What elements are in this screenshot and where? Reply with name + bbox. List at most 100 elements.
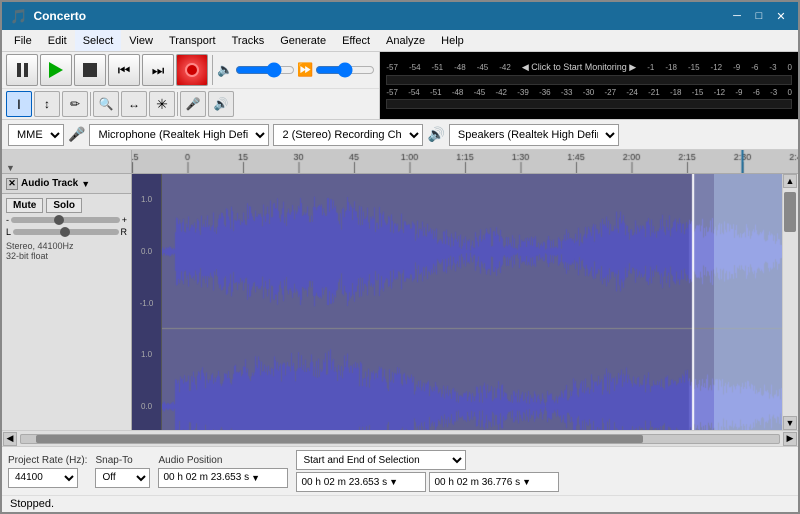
record-meter-button[interactable]: 🎤 (180, 91, 206, 117)
menu-file[interactable]: File (6, 30, 40, 51)
play-button[interactable] (40, 54, 72, 86)
menu-transport[interactable]: Transport (161, 30, 224, 51)
scroll-down-button[interactable]: ▼ (783, 416, 797, 430)
skip-forward-button[interactable]: ⏭ (142, 54, 174, 86)
audio-host-select[interactable]: MME (8, 124, 64, 146)
menu-analyze[interactable]: Analyze (378, 30, 433, 51)
selection-times: 00 h 02 m 23.653 s ▼ 00 h 02 m 36.776 s … (296, 472, 559, 492)
output-volume-slider[interactable] (235, 62, 295, 78)
play-icon (49, 62, 63, 78)
record-button[interactable] (176, 54, 208, 86)
menu-view[interactable]: View (121, 30, 161, 51)
app-window: 🎵 Concerto ─ □ ✕ File Edit Select View T… (0, 0, 800, 514)
channels-select[interactable]: 2 (Stereo) Recording Channels (273, 124, 423, 146)
audio-track-controls: Mute Solo - + L (2, 194, 131, 265)
close-button[interactable]: ✕ (772, 7, 790, 25)
snap-to-select[interactable]: Off (95, 468, 150, 488)
gain-max: + (122, 215, 127, 225)
skip-back-button[interactable]: ⏮ (108, 54, 140, 86)
pause-icon (17, 63, 28, 77)
waveform-container[interactable]: 1.0 0.0 -1.0 1.0 0.0 -1.0 (132, 174, 782, 430)
title-bar-controls: ─ □ ✕ (728, 7, 790, 25)
envelope-tool-icon: ↕ (44, 97, 50, 111)
status-text: Stopped. (10, 498, 54, 510)
mic-icon: 🎤 (186, 97, 201, 111)
main-content: ▼ ✕ Audio Track ▼ (2, 150, 798, 512)
playback-speed-slider[interactable] (315, 62, 375, 78)
status-text-bar: Stopped. (2, 495, 798, 512)
minimize-button[interactable]: ─ (728, 7, 746, 25)
audio-track-header: ✕ Audio Track ▼ (2, 174, 131, 194)
selection-group: Start and End of Selection 00 h 02 m 23.… (296, 450, 559, 492)
ruler-marks-area (132, 150, 798, 173)
project-rate-select[interactable]: 44100 (8, 468, 78, 488)
solo-button[interactable]: Solo (46, 198, 82, 213)
draw-tool-icon: ✏ (70, 97, 80, 111)
menu-generate[interactable]: Generate (272, 30, 334, 51)
selection-tool-button[interactable]: I (6, 91, 32, 117)
pan-row: L R (6, 227, 127, 237)
menu-help[interactable]: Help (433, 30, 472, 51)
selection-format-select[interactable]: Start and End of Selection (296, 450, 466, 470)
scrollbar-track-vertical[interactable] (783, 188, 798, 416)
play-meter-button[interactable]: 🔊 (208, 91, 234, 117)
sel-end-display[interactable]: 00 h 02 m 36.776 s ▼ (429, 472, 559, 492)
zoom-tool-button[interactable]: 🔍 (93, 91, 119, 117)
gain-slider-track[interactable] (11, 217, 120, 223)
level-meters: -57-54-51-48-45-42 ◀ Click to Start Moni… (380, 52, 798, 119)
scrollbar-track-horizontal[interactable] (20, 434, 780, 444)
device-toolbar: MME 🎤 Microphone (Realtek High Defini 2 … (2, 120, 798, 150)
toolbar-separator-1 (212, 55, 213, 85)
waveform-canvas[interactable] (162, 174, 782, 430)
menu-bar: File Edit Select View Transport Tracks G… (2, 30, 798, 52)
record-icon (185, 63, 199, 77)
scroll-left-button[interactable]: ◀ (3, 432, 17, 446)
click-start-monitoring[interactable]: ◀ Click to Start Monitoring ▶ (522, 62, 636, 73)
audio-pos-label: Audio Position (158, 455, 288, 466)
stop-icon (83, 63, 97, 77)
toolbar-section: ⏮ ⏭ 🔈 ⏩ I ↕ (2, 52, 798, 120)
menu-effect[interactable]: Effect (334, 30, 378, 51)
output-meter-bar (386, 99, 792, 109)
speaker-icon: 🔊 (214, 97, 229, 111)
scroll-right-button[interactable]: ▶ (783, 432, 797, 446)
stop-button[interactable] (74, 54, 106, 86)
tools-toolbar: I ↕ ✏ 🔍 ↔ ✳ � (2, 89, 379, 119)
menu-edit[interactable]: Edit (40, 30, 75, 51)
zoom-tool-icon: 🔍 (99, 97, 114, 111)
multi-tool-button[interactable]: ✳ (149, 91, 175, 117)
audio-track-dropdown[interactable]: ▼ (81, 179, 90, 189)
gain-row: - + (6, 215, 127, 225)
horizontal-scrollbar[interactable]: ◀ ▶ (2, 430, 798, 446)
audio-pos-dropdown[interactable]: ▼ (251, 473, 260, 483)
timeline-ruler: ▼ (2, 150, 798, 174)
sel-start-display[interactable]: 00 h 02 m 23.653 s ▼ (296, 472, 426, 492)
timeshift-tool-button[interactable]: ↔ (121, 91, 147, 117)
scroll-up-button[interactable]: ▲ (783, 174, 797, 188)
scrollbar-thumb-horizontal[interactable] (36, 435, 642, 443)
gain-slider-thumb[interactable] (54, 215, 64, 225)
speaker-select[interactable]: Speakers (Realtek High Definiti (449, 124, 619, 146)
audio-track-name[interactable]: Audio Track (21, 178, 78, 189)
mute-button[interactable]: Mute (6, 198, 43, 213)
scrollbar-thumb-vertical[interactable] (784, 192, 796, 232)
snap-to-label: Snap-To (95, 455, 150, 466)
envelope-tool-button[interactable]: ↕ (34, 91, 60, 117)
audio-track-close[interactable]: ✕ (6, 178, 18, 190)
menu-tracks[interactable]: Tracks (224, 30, 273, 51)
app-title: Concerto (33, 9, 86, 23)
tracks-list: ✕ Audio Track ▼ Mute Solo - (2, 174, 782, 430)
menu-select[interactable]: Select (75, 30, 122, 51)
pan-slider-thumb[interactable] (60, 227, 70, 237)
transport-tools: ⏮ ⏭ 🔈 ⏩ I ↕ (2, 52, 380, 119)
pause-button[interactable] (6, 54, 38, 86)
microphone-select[interactable]: Microphone (Realtek High Defini (89, 124, 269, 146)
audio-track-label: ✕ Audio Track ▼ Mute Solo - (2, 174, 132, 430)
speaker-device-icon: 🔊 (427, 126, 444, 143)
volume-icon: 🔈 (217, 62, 233, 78)
pan-slider-track[interactable] (13, 229, 118, 235)
audio-pos-display[interactable]: 00 h 02 m 23.653 s ▼ (158, 468, 288, 488)
vertical-scrollbar[interactable]: ▲ ▼ (782, 174, 798, 430)
maximize-button[interactable]: □ (750, 7, 768, 25)
draw-tool-button[interactable]: ✏ (62, 91, 88, 117)
